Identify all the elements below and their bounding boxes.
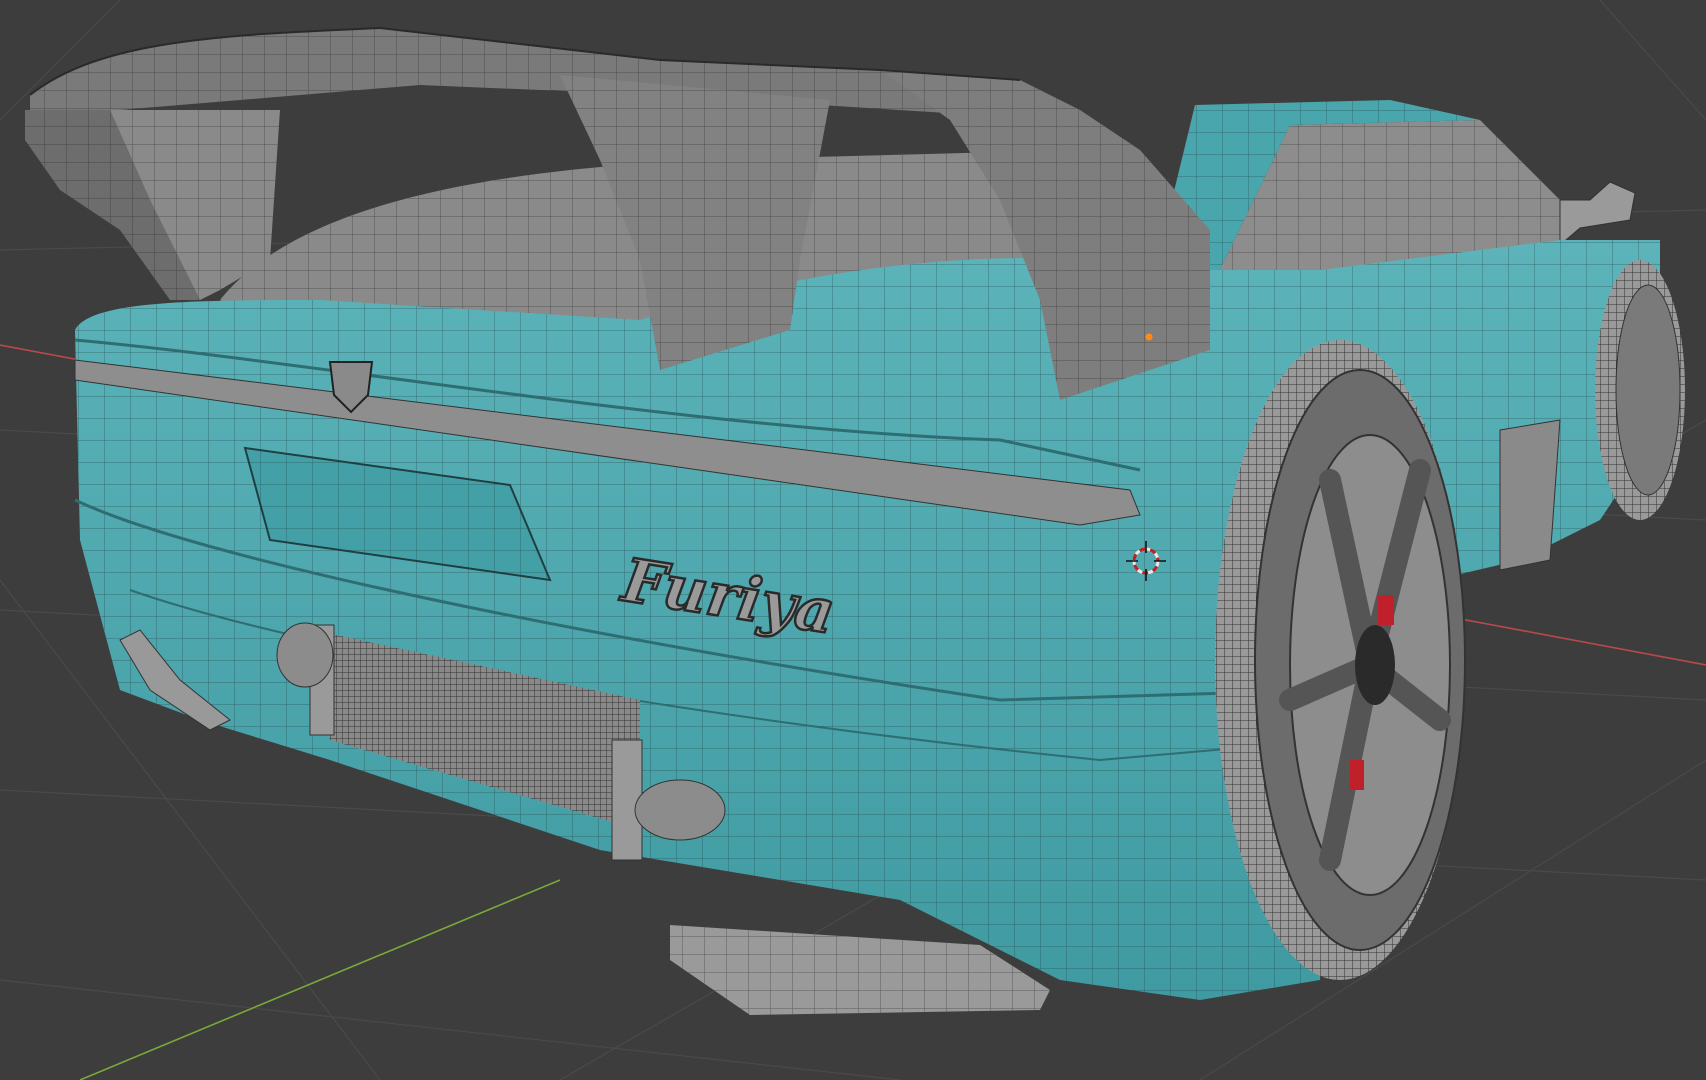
- front-wheel: [1595, 260, 1685, 520]
- brake-caliper: [1378, 595, 1394, 625]
- viewport-canvas[interactable]: Furiya: [0, 0, 1706, 1080]
- car-model[interactable]: Furiya: [25, 26, 1685, 1015]
- rear-wheel: [1215, 340, 1466, 980]
- side-vent: [1499, 419, 1561, 571]
- exhaust-pipe-left: [276, 622, 334, 688]
- object-origin-dot: [1145, 333, 1153, 341]
- exhaust-pipe-right: [634, 779, 726, 841]
- 3d-viewport[interactable]: Furiya: [0, 0, 1706, 1080]
- y-axis-line: [79, 879, 561, 1080]
- side-mirror: [1559, 181, 1636, 247]
